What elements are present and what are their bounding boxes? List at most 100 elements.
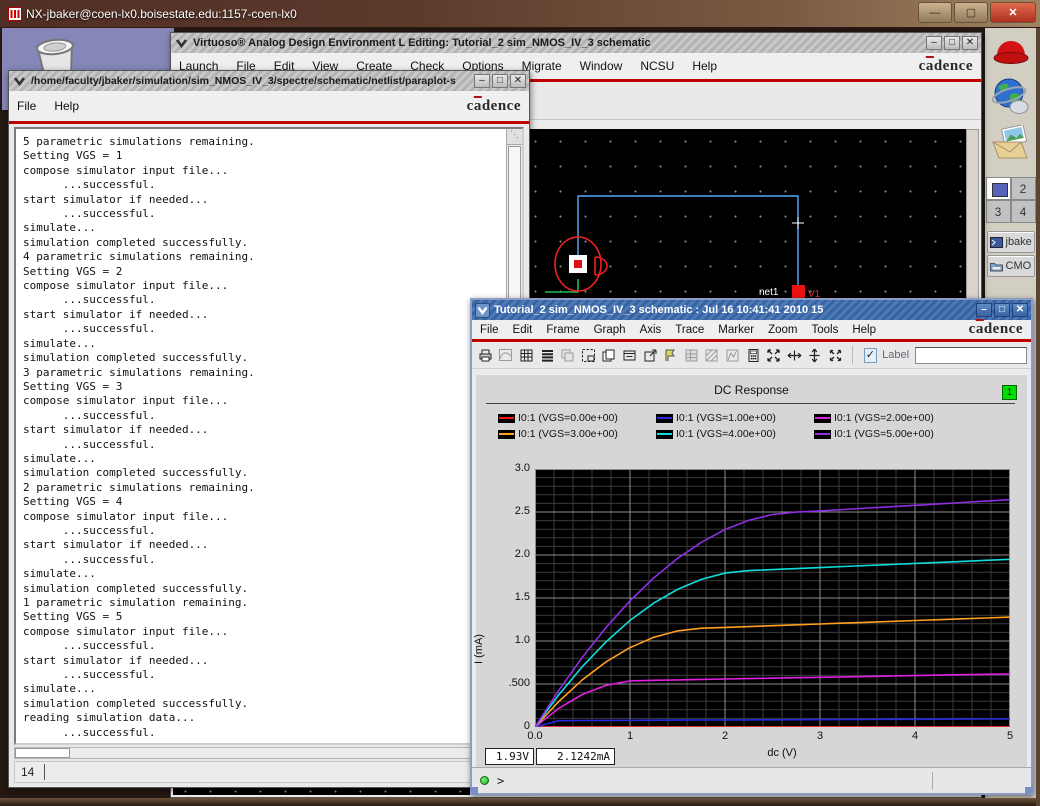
workspace-2[interactable]: 2 (1011, 177, 1036, 200)
log-maximize-button[interactable] (492, 74, 508, 88)
nx-right-frame (1036, 28, 1040, 806)
label-input[interactable] (915, 347, 1027, 364)
spectrum-button[interactable] (723, 345, 742, 366)
legend-entry[interactable]: I0:1 (VGS=1.00e+00) (656, 412, 814, 424)
zoom-y-button[interactable] (806, 345, 825, 366)
ade-close-button[interactable] (962, 36, 978, 50)
ade-titlebar[interactable]: Virtuoso® Analog Design Environment L Ed… (171, 33, 981, 53)
ade-minimize-button[interactable] (926, 36, 942, 50)
log-menubar: File Help cadence (9, 91, 529, 124)
zoom-fit-button[interactable] (764, 345, 783, 366)
nx-minimize-button[interactable]: — (918, 2, 952, 23)
subwindow-badge[interactable]: 1 (1002, 385, 1017, 400)
menu-help[interactable]: Help (852, 324, 876, 336)
status-cursor (44, 764, 45, 780)
workspace-4[interactable]: 4 (1011, 200, 1036, 223)
legend-entry[interactable]: I0:1 (VGS=4.00e+00) (656, 428, 814, 440)
wire-junction-marker (792, 217, 804, 229)
grid-toggle-button[interactable] (517, 345, 536, 366)
pop-window-button[interactable] (641, 345, 660, 366)
fit-all-button[interactable] (826, 345, 845, 366)
wave-minimize-button[interactable] (976, 303, 992, 317)
log-minimize-button[interactable] (474, 74, 490, 88)
legend-swatch (498, 430, 515, 439)
menu-file[interactable]: File (480, 324, 499, 336)
copy-window-button[interactable] (600, 345, 619, 366)
waveform-window: Tutorial_2 sim_NMOS_IV_3 schematic : Jul… (470, 298, 1033, 795)
wave-close-button[interactable] (1012, 303, 1028, 317)
nx-session-title: NX-jbaker@coen-lx0.boisestate.edu:1157-c… (26, 7, 297, 21)
x-tick: 4 (895, 730, 935, 742)
menu-edit[interactable]: Edit (513, 324, 533, 336)
menu-help[interactable]: Help (692, 59, 717, 73)
new-subwindow-button[interactable] (579, 345, 598, 366)
log-hscrollbar[interactable] (14, 747, 524, 759)
menu-axis[interactable]: Axis (640, 324, 662, 336)
slice-button[interactable] (703, 345, 722, 366)
window-menu-icon[interactable] (12, 74, 27, 89)
y-tick: 1.0 (478, 634, 530, 646)
overlay-button[interactable] (558, 345, 577, 366)
wave-titlebar[interactable]: Tutorial_2 sim_NMOS_IV_3 schematic : Jul… (472, 300, 1031, 320)
menu-zoom[interactable]: Zoom (768, 324, 797, 336)
menu-graph[interactable]: Graph (594, 324, 626, 336)
strip-chart-button[interactable] (538, 345, 557, 366)
window-menu-icon[interactable] (475, 303, 490, 318)
legend-entry[interactable]: I0:1 (VGS=2.00e+00) (814, 412, 968, 424)
menu-frame[interactable]: Frame (546, 324, 579, 336)
menu-file[interactable]: File (17, 99, 36, 113)
menu-tools[interactable]: Tools (811, 324, 838, 336)
taskbar-item-cmo[interactable]: CMO (987, 255, 1035, 277)
plot-area[interactable] (535, 469, 1010, 727)
print-button[interactable] (476, 345, 495, 366)
log-output: 5 parametric simulations remaining. Sett… (16, 129, 505, 743)
wave-maximize-button[interactable] (994, 303, 1010, 317)
zoom-x-button[interactable] (785, 345, 804, 366)
window-menu-icon[interactable] (174, 36, 189, 51)
mail-launcher-icon[interactable] (991, 125, 1031, 161)
log-text-area[interactable]: 5 parametric simulations remaining. Sett… (14, 127, 524, 745)
source-pin (792, 285, 805, 298)
close-subwindow-button[interactable] (620, 345, 639, 366)
legend-entry[interactable]: I0:1 (VGS=5.00e+00) (814, 428, 968, 440)
menu-window[interactable]: Window (580, 59, 623, 73)
nx-close-button[interactable]: ✕ (990, 2, 1036, 23)
log-titlebar[interactable]: /home/faculty/jbaker/simulation/sim_NMOS… (9, 71, 529, 91)
log-status-count: 14 (21, 765, 34, 779)
calculator-button[interactable] (744, 345, 763, 366)
menu-ncsu[interactable]: NCSU (640, 59, 674, 73)
workspace-3[interactable]: 3 (986, 200, 1011, 223)
legend-entry[interactable]: I0:1 (VGS=3.00e+00) (498, 428, 656, 440)
log-title: /home/faculty/jbaker/simulation/sim_NMOS… (31, 75, 470, 87)
menu-trace[interactable]: Trace (675, 324, 704, 336)
nx-maximize-button[interactable]: ▢ (954, 2, 988, 23)
nx-bottom-frame (0, 798, 1040, 806)
web-browser-launcher-icon[interactable] (991, 76, 1031, 116)
simulation-log-window: /home/faculty/jbaker/simulation/sim_NMOS… (8, 70, 530, 788)
x-tick: 1 (610, 730, 650, 742)
label-checkbox-text: Label (882, 349, 909, 361)
table-button[interactable] (682, 345, 701, 366)
workspace-1[interactable]: 1 (986, 177, 1011, 200)
workspace-pager[interactable]: 1 2 3 4 (986, 177, 1036, 223)
nx-app-icon (8, 7, 22, 21)
log-statusbar: 14 (14, 761, 524, 783)
menu-marker[interactable]: Marker (718, 324, 754, 336)
legend: I0:1 (VGS=0.00e+00) I0:1 (VGS=1.00e+00) … (498, 412, 968, 440)
status-led-icon (480, 776, 489, 785)
annotation-button[interactable] (661, 345, 680, 366)
menu-help[interactable]: Help (54, 99, 79, 113)
label-checkbox[interactable] (864, 348, 878, 363)
nx-session-titlebar[interactable]: NX-jbaker@coen-lx0.boisestate.edu:1157-c… (0, 0, 1040, 28)
snapshot-button[interactable] (497, 345, 516, 366)
y-tick: 2.5 (478, 505, 530, 517)
x-tick: 3 (800, 730, 840, 742)
ade-maximize-button[interactable] (944, 36, 960, 50)
redhat-launcher-icon[interactable] (991, 35, 1031, 67)
toolbar-separator (852, 346, 853, 364)
taskbar-item-jbaker[interactable]: jbake (987, 231, 1035, 253)
command-prompt[interactable]: > (497, 774, 504, 788)
log-close-button[interactable] (510, 74, 526, 88)
legend-entry[interactable]: I0:1 (VGS=0.00e+00) (498, 412, 656, 424)
log-hscroll-thumb[interactable] (15, 748, 70, 758)
